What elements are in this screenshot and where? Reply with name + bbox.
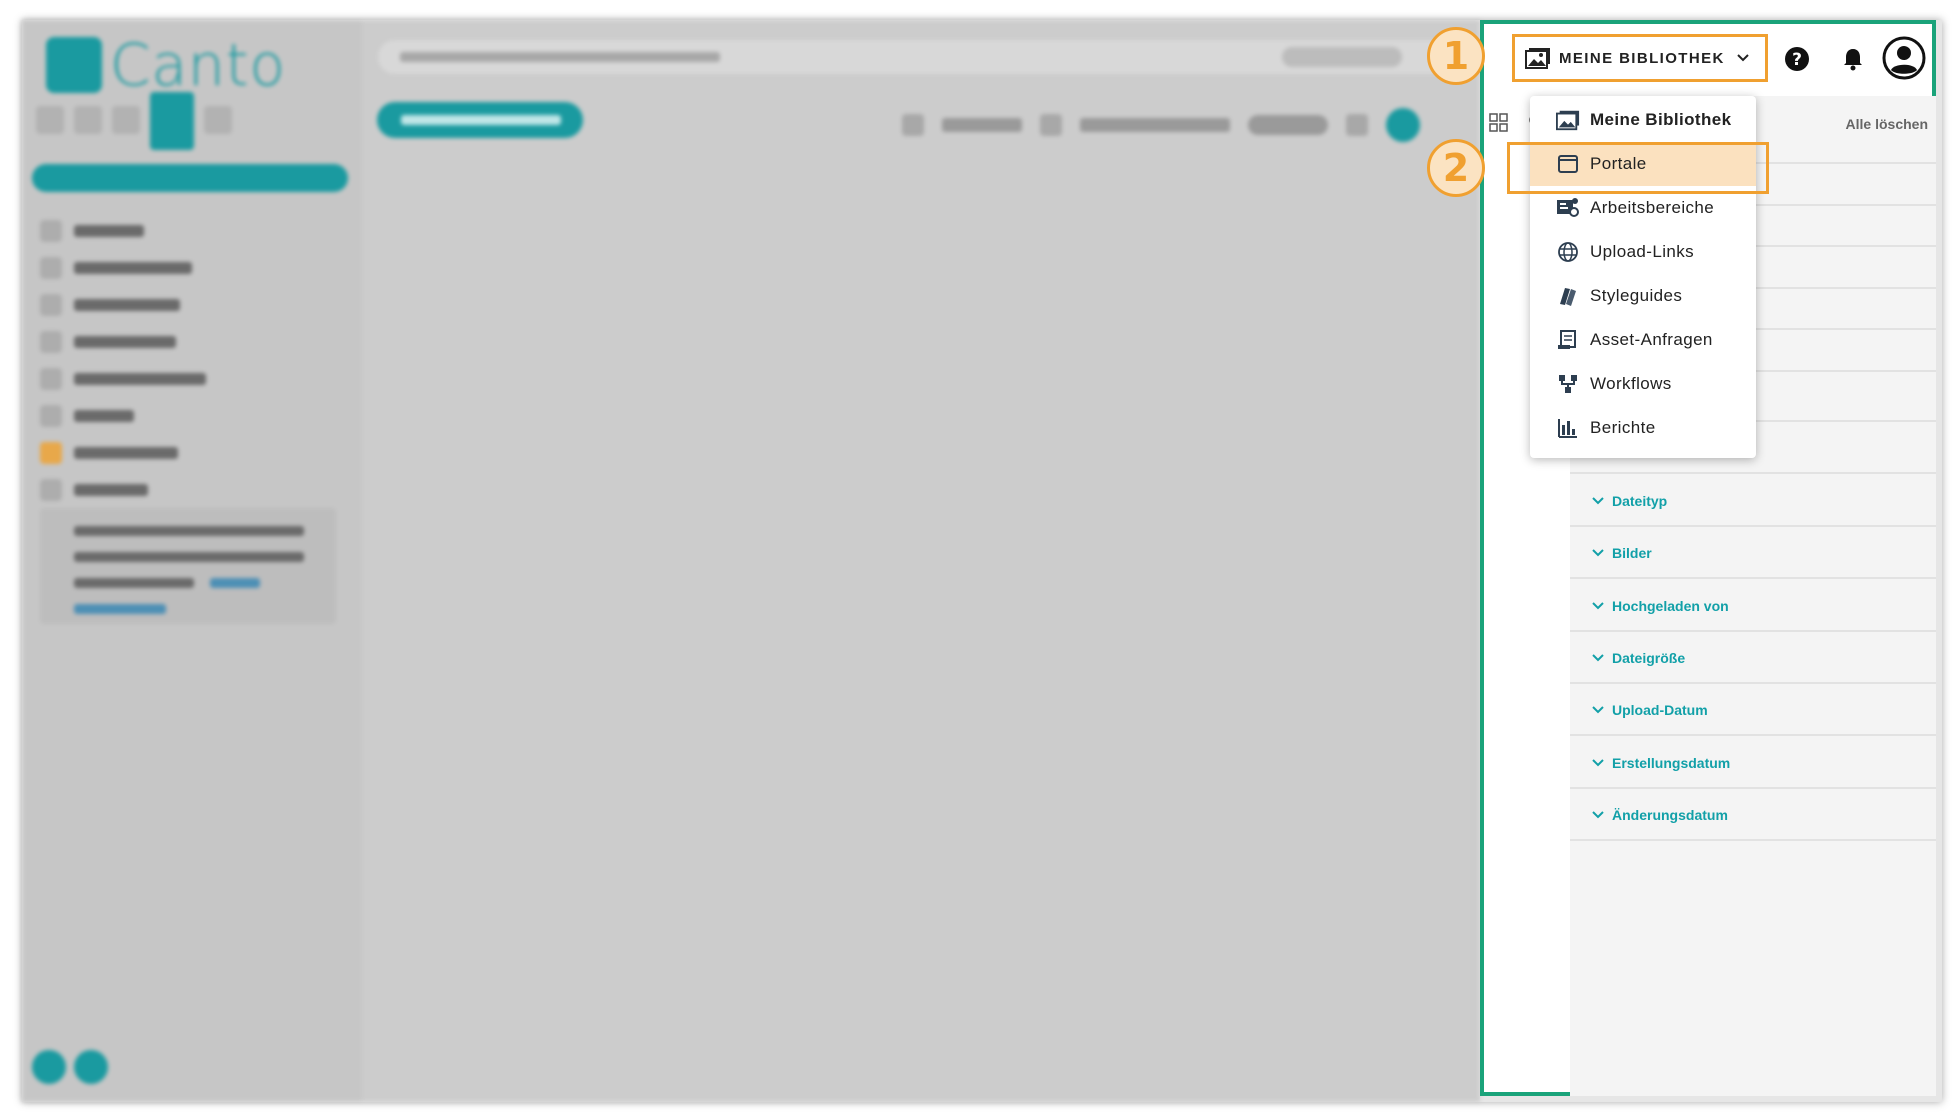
chevron-down-icon [1592,705,1604,713]
help-icon[interactable]: ? [1784,46,1810,72]
chevron-down-icon [1592,758,1604,766]
chevron-down-icon [1592,810,1604,818]
blurred-background-app: Canto [22,20,1480,1102]
menu-item-styleguides[interactable]: Styleguides [1530,274,1756,318]
grid-icon[interactable] [1488,112,1510,134]
filter-label: Dateigröße [1612,649,1686,666]
sidebar-item[interactable] [40,212,206,249]
fab-button[interactable] [32,1050,66,1084]
sidebar-item[interactable] [40,323,206,360]
tab-icon[interactable] [112,106,140,134]
menu-item-upload-links[interactable]: Upload-Links [1530,230,1756,274]
filter-row[interactable]: Dateityp [1570,476,1936,527]
menu-item-portale[interactable]: Portale [1530,142,1756,186]
view-toolbar [902,108,1420,142]
sidebar-item[interactable] [40,286,206,323]
styleguide-icon [1556,284,1580,308]
tab-icon[interactable] [74,106,102,134]
workflow-icon [1556,372,1580,396]
tab-icon-active[interactable] [150,92,194,150]
menu-item-meine-bibliothek[interactable]: Meine Bibliothek [1530,98,1756,142]
library-switcher-button[interactable]: MEINE BIBLIOTHEK [1512,34,1768,82]
sidebar-item[interactable] [40,249,206,286]
filter-label: Hochgeladen von [1612,597,1729,614]
globe-icon [1556,240,1580,264]
fab-button[interactable] [74,1050,108,1084]
logo-text: Canto [110,31,287,99]
sidebar-primary-button[interactable] [32,164,348,192]
panel-topbar: MEINE BIBLIOTHEK ? [1484,24,1932,96]
sidebar-info-note [40,508,336,624]
workspace-icon [1556,196,1580,220]
sidebar-item[interactable] [40,360,206,397]
filter-label: Erstellungsdatum [1612,754,1731,771]
chevron-down-icon [1592,653,1604,661]
filter-row[interactable]: Änderungsdatum [1570,790,1936,841]
callout-badge-1: 1 [1427,27,1485,85]
tab-icon[interactable] [36,106,64,134]
user-avatar-icon[interactable] [1882,36,1926,80]
menu-item-asset-anfragen[interactable]: Asset-Anfragen [1530,318,1756,362]
chevron-down-icon [1592,548,1604,556]
menu-item-arbeitsbereiche[interactable]: Arbeitsbereiche [1530,186,1756,230]
chevron-down-icon [1737,54,1749,62]
logo-mark-icon [46,37,102,93]
floating-buttons [32,1050,108,1084]
svg-text:?: ? [1792,50,1802,70]
bell-icon[interactable] [1840,46,1866,72]
filter-row[interactable]: Upload-Datum [1570,685,1936,736]
library-dropdown-menu: Meine Bibliothek Portale Arbeitsbereiche [1530,96,1756,458]
sidebar: Canto [22,20,362,1102]
search-bar[interactable] [378,40,1476,74]
filter-row[interactable]: Erstellungsdatum [1570,738,1936,789]
sidebar-item[interactable] [40,471,206,508]
menu-item-workflows[interactable]: Workflows [1530,362,1756,406]
chevron-down-icon [1592,496,1604,504]
logo: Canto [46,30,286,100]
filter-label: Bilder [1612,544,1652,561]
menu-item-berichte[interactable]: Berichte [1530,406,1756,450]
library-icon [1556,108,1580,132]
filter-row[interactable]: Dateigröße [1570,633,1936,684]
filter-label: Änderungsdatum [1612,806,1728,823]
tab-icon[interactable] [204,106,232,134]
chevron-down-icon [1592,601,1604,609]
filter-label: Dateityp [1612,492,1668,509]
sidebar-item[interactable] [40,397,206,434]
filter-row[interactable]: Bilder [1570,528,1936,579]
upload-files-button[interactable] [377,102,583,138]
asset-request-icon [1556,328,1580,352]
filter-label: Upload-Datum [1612,701,1708,718]
sidebar-list [40,212,206,508]
sidebar-tabs [36,92,232,150]
sidebar-item[interactable] [40,434,206,471]
library-switcher-label: MEINE BIBLIOTHEK [1559,49,1725,67]
bar-chart-icon [1556,416,1580,440]
portal-window-icon [1556,152,1580,176]
callout-badge-2: 2 [1427,139,1485,197]
library-icon [1525,48,1550,69]
filter-row[interactable]: Hochgeladen von [1570,581,1936,632]
